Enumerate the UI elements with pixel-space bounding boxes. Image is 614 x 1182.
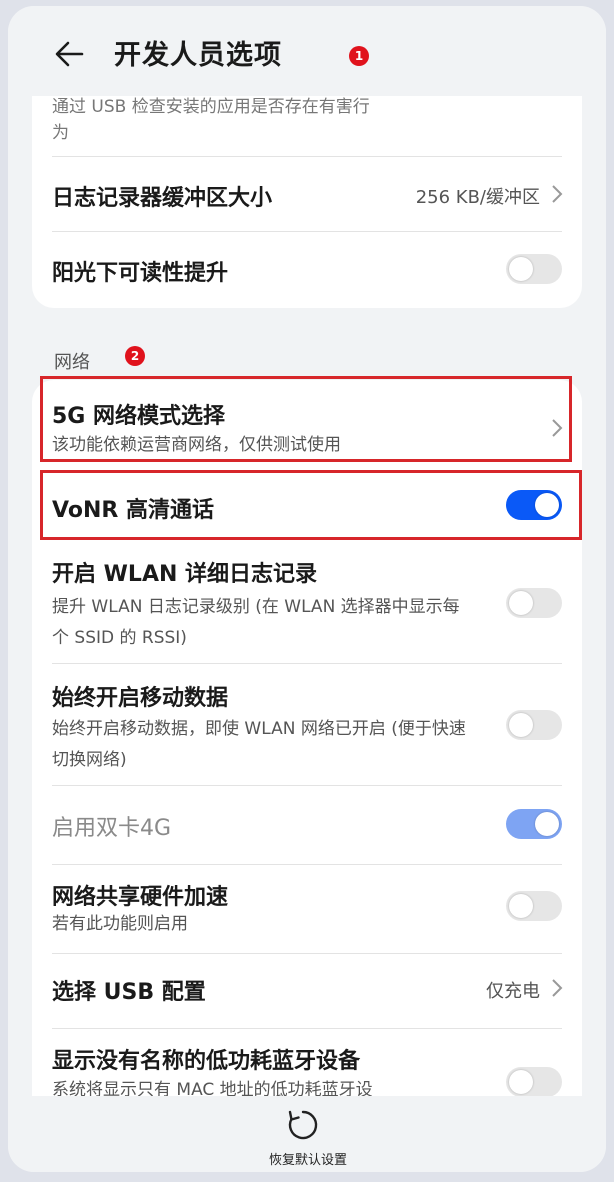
toggle-knob [509,591,533,615]
mobile-data-always-on-title: 始终开启移动数据 [52,686,229,711]
annotation-badge-2: 2 [125,346,145,366]
chevron-right-icon [552,185,563,203]
back-button[interactable] [48,32,92,76]
dual-sim-4g-toggle [506,809,562,839]
log-buffer-size-value: 256 KB/缓冲区 [415,187,540,208]
usb-verify-description-cont: 为 [52,123,69,143]
back-arrow-icon [55,41,84,67]
highlight-box-vonr [40,470,582,540]
ble-unnamed-devices-subtitle: 系统将显示只有 MAC 地址的低功耗蓝牙设 [52,1080,373,1096]
usb-config-value: 仅充电 [486,981,540,1002]
highlight-box-5g-mode [40,376,572,462]
toggle-knob [509,1070,533,1094]
tethering-hw-accel-row[interactable]: 网络共享硬件加速 若有此功能则启用 [32,865,582,953]
log-buffer-size-row[interactable]: 日志记录器缓冲区大小 256 KB/缓冲区 [32,157,582,231]
reset-defaults-label: 恢复默认设置 [268,1153,347,1168]
chevron-right-icon [552,979,563,997]
phone-screen: 通过 USB 检查安装的应用是否存在有害行 为 日志记录器缓冲区大小 256 K… [8,6,606,1172]
wlan-verbose-log-subtitle: 提升 WLAN 日志记录级别 (在 WLAN 选择器中显示每个 SSID 的 R… [52,597,460,648]
dual-sim-4g-title: 启用双卡4G [52,816,172,841]
tethering-hw-accel-subtitle: 若有此功能则启用 [52,914,188,934]
mobile-data-always-on-row[interactable]: 始终开启移动数据 始终开启移动数据，即使 WLAN 网络已开启 (便于快速切换网… [32,664,582,784]
sunlight-readability-row[interactable]: 阳光下可读性提升 [32,232,582,308]
dual-sim-4g-row: 启用双卡4G [32,786,582,864]
ble-unnamed-devices-title: 显示没有名称的低功耗蓝牙设备 [52,1049,361,1074]
ble-unnamed-devices-toggle[interactable] [506,1067,562,1096]
sunlight-readability-toggle[interactable] [506,254,562,284]
toggle-knob [535,812,559,836]
reset-icon [288,1110,318,1140]
sunlight-readability-title: 阳光下可读性提升 [52,261,229,286]
usb-config-row[interactable]: 选择 USB 配置 仅充电 [32,954,582,1028]
wlan-verbose-log-title: 开启 WLAN 详细日志记录 [52,562,318,587]
ble-unnamed-devices-row[interactable]: 显示没有名称的低功耗蓝牙设备 系统将显示只有 MAC 地址的低功耗蓝牙设 [32,1029,582,1096]
annotation-badge-1: 1 [349,46,369,66]
toggle-knob [509,713,533,737]
app-header: 开发人员选项 1 [8,6,606,96]
log-buffer-size-title: 日志记录器缓冲区大小 [52,186,273,211]
mobile-data-always-on-subtitle: 始终开启移动数据，即使 WLAN 网络已开启 (便于快速切换网络) [52,719,466,770]
tethering-hw-accel-title: 网络共享硬件加速 [52,885,229,910]
reset-defaults-button[interactable]: 恢复默认设置 [238,1100,378,1170]
toggle-knob [509,257,533,281]
toggle-knob [509,894,533,918]
page-title: 开发人员选项 [114,40,282,71]
bottom-bar: 恢复默认设置 [8,1096,606,1172]
section-label-network: 网络 [54,352,90,373]
wlan-verbose-log-row[interactable]: 开启 WLAN 详细日志记录 提升 WLAN 日志记录级别 (在 WLAN 选择… [32,550,582,658]
tethering-hw-accel-toggle[interactable] [506,891,562,921]
usb-config-title: 选择 USB 配置 [52,980,206,1005]
wlan-verbose-log-toggle[interactable] [506,588,562,618]
mobile-data-always-on-toggle[interactable] [506,710,562,740]
